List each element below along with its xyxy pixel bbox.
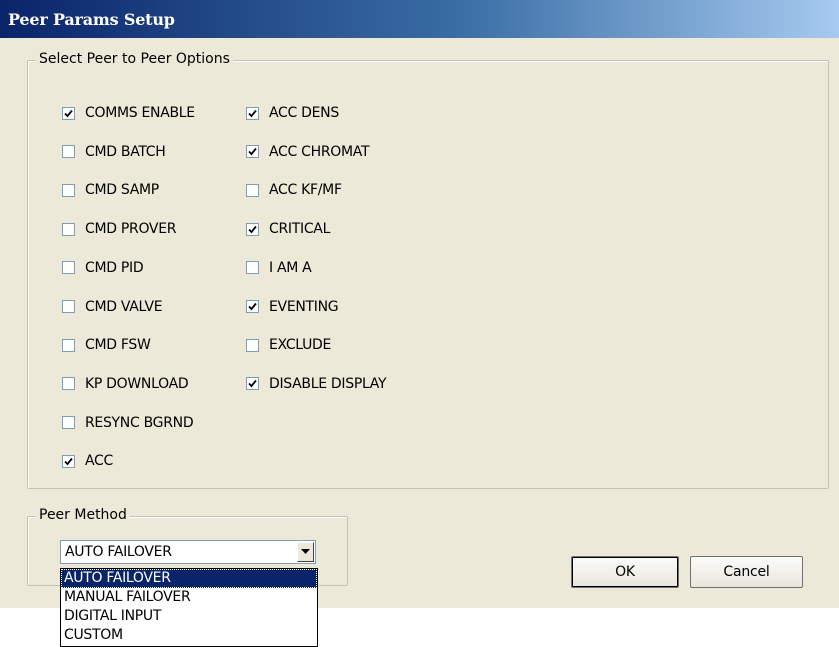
checkbox-label: COMMS ENABLE (85, 105, 195, 121)
dropdown-option[interactable]: AUTO FAILOVER (61, 569, 317, 588)
checkbox-label: KP DOWNLOAD (85, 375, 189, 392)
dropdown-arrow-button[interactable] (297, 542, 314, 562)
checkbox-acc-chromat[interactable]: ACC CHROMAT (246, 143, 370, 161)
checkmark-icon (248, 380, 257, 388)
checkbox-label: EVENTING (269, 298, 339, 315)
checkbox-label: CRITICAL (269, 221, 331, 238)
checkmark-icon (248, 148, 257, 156)
checkbox-box[interactable] (246, 106, 259, 120)
checkbox-label: RESYNC BGRND (85, 414, 194, 431)
checkbox-label: ACC KF/MF (269, 182, 342, 199)
checkbox-eventing[interactable]: EVENTING (246, 298, 339, 316)
cancel-button-label: Cancel (723, 564, 770, 580)
checkbox-box[interactable] (246, 377, 259, 391)
checkmark-icon (64, 457, 73, 466)
checkbox-exclude[interactable]: EXCLUDE (246, 336, 331, 354)
checkmark-icon (248, 225, 257, 233)
checkbox-box[interactable] (62, 261, 75, 275)
checkbox-label: CMD PID (85, 259, 144, 276)
checkbox-box[interactable] (62, 106, 75, 120)
checkbox-box[interactable] (62, 416, 75, 430)
checkbox-cmd-samp[interactable]: CMD SAMP (62, 181, 159, 199)
checkbox-label: CMD PROVER (85, 221, 177, 238)
checkbox-acc-dens[interactable]: ACC DENS (246, 104, 339, 122)
checkbox-cmd-pid[interactable]: CMD PID (62, 259, 144, 277)
checkbox-box[interactable] (246, 261, 259, 275)
checkbox-label: CMD FSW (85, 337, 151, 354)
ok-button-label: OK (615, 564, 635, 580)
options-group-legend: Select Peer to Peer Options (36, 51, 233, 67)
checkbox-cmd-fsw[interactable]: CMD FSW (62, 336, 151, 354)
peer-method-combobox[interactable]: AUTO FAILOVER (60, 540, 316, 564)
checkbox-label: EXCLUDE (269, 337, 332, 354)
checkbox-label: ACC (85, 453, 113, 470)
checkbox-acc-kf-mf[interactable]: ACC KF/MF (246, 181, 342, 199)
checkbox-acc[interactable]: ACC (62, 452, 113, 470)
dropdown-option[interactable]: DIGITAL INPUT (61, 607, 317, 626)
checkbox-label: CMD VALVE (85, 298, 163, 315)
dropdown-option[interactable]: MANUAL FAILOVER (61, 588, 317, 607)
checkmark-icon (248, 109, 257, 117)
checkbox-label: DISABLE DISPLAY (269, 375, 387, 392)
checkbox-cmd-batch[interactable]: CMD BATCH (62, 143, 166, 161)
checkmark-icon (248, 302, 257, 311)
checkbox-box[interactable] (62, 222, 75, 236)
checkbox-critical[interactable]: CRITICAL (246, 220, 330, 238)
checkbox-disable-display[interactable]: DISABLE DISPLAY (246, 375, 387, 393)
dropdown-option[interactable]: CUSTOM (61, 626, 317, 645)
checkbox-box[interactable] (62, 338, 75, 352)
checkbox-box[interactable] (62, 454, 75, 468)
window-title: Peer Params Setup (8, 10, 175, 29)
checkbox-box[interactable] (246, 222, 259, 236)
checkbox-resync-bgrnd[interactable]: RESYNC BGRND (62, 414, 194, 432)
checkbox-label: CMD BATCH (85, 143, 166, 160)
checkbox-cmd-valve[interactable]: CMD VALVE (62, 298, 163, 316)
peer-method-dropdown-list: AUTO FAILOVER MANUAL FAILOVER DIGITAL INPU… (60, 568, 318, 647)
peer-method-selected-value: AUTO FAILOVER (65, 544, 172, 560)
chevron-down-icon (301, 549, 310, 554)
checkbox-cmd-prover[interactable]: CMD PROVER (62, 220, 176, 238)
checkbox-comms-enable[interactable]: COMMS ENABLE (62, 104, 195, 122)
checkbox-box[interactable] (246, 183, 259, 197)
checkbox-label: I AM A (269, 259, 312, 276)
checkbox-box[interactable] (246, 145, 259, 159)
ok-button[interactable]: OK (571, 556, 679, 588)
checkbox-label: CMD SAMP (85, 182, 159, 199)
peer-method-legend: Peer Method (36, 507, 130, 523)
checkbox-box[interactable] (62, 145, 75, 159)
checkbox-label: ACC DENS (269, 105, 339, 121)
peer-params-dialog: Peer Params Setup Select Peer to Peer Op… (0, 0, 839, 608)
checkmark-icon (64, 109, 73, 117)
checkbox-box[interactable] (62, 300, 75, 313)
checkbox-box[interactable] (246, 338, 259, 352)
checkbox-box[interactable] (62, 183, 75, 197)
checkbox-label: ACC CHROMAT (269, 143, 370, 160)
checkbox-box[interactable] (246, 300, 259, 313)
checkbox-i-am-a[interactable]: I AM A (246, 259, 312, 277)
checkbox-box[interactable] (62, 377, 75, 391)
checkbox-kp-download[interactable]: KP DOWNLOAD (62, 375, 189, 393)
cancel-button[interactable]: Cancel (690, 556, 803, 588)
title-bar[interactable]: Peer Params Setup (0, 0, 839, 38)
